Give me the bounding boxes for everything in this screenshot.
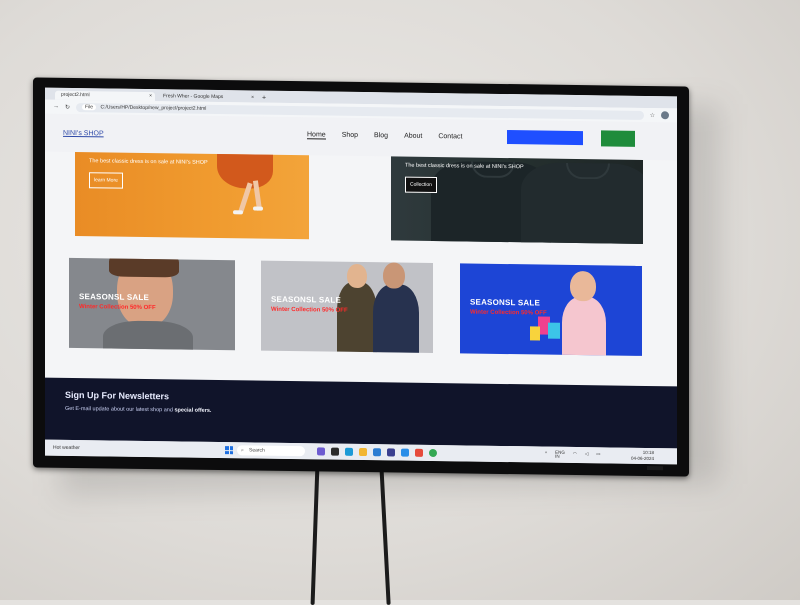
battery-icon[interactable]: ▭ — [596, 451, 600, 459]
shoe-shape — [233, 210, 243, 215]
taskbar-clock[interactable]: 10:18 04-06-2024 — [631, 450, 654, 462]
sale-card-2[interactable]: SEASONSL SALE Winter Collection 50% OFF — [261, 260, 433, 354]
vscode-icon[interactable] — [401, 448, 409, 457]
chrome-icon[interactable] — [429, 448, 437, 458]
windows-start-icon[interactable] — [225, 446, 233, 455]
newsletter-section: Sign Up For Newsletters Get E-mail updat… — [45, 377, 677, 449]
system-tray: ^ ENG IN ◠ ◁ ▭ — [545, 450, 601, 460]
hero-right-text: The best classic dress is on sale at NIN… — [405, 162, 524, 171]
newsletter-title: Sign Up For Newsletters — [65, 389, 170, 402]
tab-maps[interactable]: Fresh Wher - Google Maps × — [157, 92, 257, 102]
dress-image — [217, 152, 273, 189]
tab-label: Fresh Wher - Google Maps — [163, 93, 224, 101]
nav-about[interactable]: About — [404, 133, 422, 141]
chevron-up-icon[interactable]: ^ — [545, 451, 547, 459]
television: project2.html × Fresh Wher - Google Maps… — [33, 77, 689, 477]
profile-avatar[interactable] — [661, 111, 669, 120]
collection-button[interactable]: Collection — [405, 176, 437, 194]
shopping-bag-shape — [530, 326, 540, 341]
taskbar-apps — [317, 447, 437, 458]
learn-more-button[interactable]: learn More — [89, 172, 123, 189]
jacket-shape — [337, 281, 377, 353]
model-face-image — [570, 270, 596, 302]
nav-shop[interactable]: Shop — [342, 132, 358, 140]
star-icon[interactable]: ☆ — [650, 112, 655, 119]
search-icon: ⌕ — [241, 447, 244, 454]
blue-header-button[interactable] — [507, 130, 583, 146]
hero-banner-right: The best classic dress is on sale at NIN… — [391, 156, 643, 244]
hero-banner-left: The best classic dress is on sale at NIN… — [75, 152, 309, 240]
newsletter-subtitle: Get E-mail update about our latest shop … — [65, 406, 211, 414]
taskbar-search[interactable]: Search — [237, 445, 305, 457]
address-text: C:/Users/HP/Desktop/new_project/project2… — [100, 103, 207, 112]
sale-title: SEASONSL SALE — [79, 292, 150, 303]
task-view-icon[interactable] — [317, 447, 325, 456]
edge-icon[interactable] — [345, 447, 353, 456]
sale-title: SEASONSL SALE — [470, 297, 541, 308]
hair-shape — [109, 257, 179, 278]
shopping-bag-shape — [548, 322, 560, 339]
newsletter-subtitle-bold: special offers. — [174, 407, 212, 414]
jacket-shape — [373, 284, 419, 354]
store-icon[interactable] — [387, 448, 395, 457]
tab-project2[interactable]: project2.html × — [55, 90, 155, 102]
tab-label: project2.html — [61, 91, 90, 99]
sale-subtitle: Winter Collection 50% OFF — [271, 306, 348, 314]
tv-power-led — [647, 465, 663, 471]
sale-card-3[interactable]: SEASONSL SALE Winter Collection 50% OFF — [460, 263, 642, 356]
shoulders-shape — [103, 320, 193, 351]
green-header-button[interactable] — [601, 130, 635, 147]
site-nav: Home Shop Blog About Contact — [307, 131, 462, 141]
brand-logo[interactable]: NINI's SHOP — [63, 129, 104, 137]
nav-blog[interactable]: Blog — [374, 132, 388, 140]
reload-icon[interactable]: ↻ — [65, 103, 70, 110]
app-icon[interactable] — [331, 447, 339, 456]
app-icon[interactable] — [415, 448, 423, 457]
sale-title: SEASONSL SALE — [271, 294, 342, 305]
model-face-image — [347, 263, 367, 289]
tv-screen: project2.html × Fresh Wher - Google Maps… — [45, 87, 677, 465]
mail-icon[interactable] — [373, 448, 381, 457]
file-explorer-icon[interactable] — [359, 447, 367, 457]
model-face-image — [383, 262, 405, 289]
hero-left-text: The best classic dress is on sale at NIN… — [89, 158, 208, 166]
new-tab-button[interactable]: + — [259, 94, 269, 103]
language-indicator[interactable]: ENG IN — [555, 450, 565, 459]
sale-subtitle: Winter Collection 50% OFF — [79, 304, 156, 312]
clock-date: 04-06-2024 — [631, 455, 655, 462]
nav-contact[interactable]: Contact — [438, 133, 462, 141]
weather-widget[interactable]: Hot weather — [53, 445, 80, 451]
file-chip: File — [82, 103, 97, 110]
lang-region: IN — [555, 453, 560, 459]
sale-card-1[interactable]: SEASONSL SALE Winter Collection 50% OFF — [69, 257, 235, 351]
dress-shape — [562, 296, 606, 356]
newsletter-subtitle-text: Get E-mail update about our latest shop … — [65, 405, 175, 414]
back-arrow-icon[interactable]: → — [53, 104, 59, 110]
clock-time: 10:18 — [642, 449, 655, 456]
sale-subtitle: Winter Collection 50% OFF — [470, 309, 547, 317]
nav-home[interactable]: Home — [307, 131, 326, 140]
volume-icon[interactable]: ◁ — [585, 451, 588, 459]
wifi-icon[interactable]: ◠ — [573, 451, 577, 459]
shoe-shape — [253, 206, 263, 211]
close-icon[interactable]: × — [149, 92, 152, 101]
close-icon[interactable]: × — [251, 93, 254, 102]
